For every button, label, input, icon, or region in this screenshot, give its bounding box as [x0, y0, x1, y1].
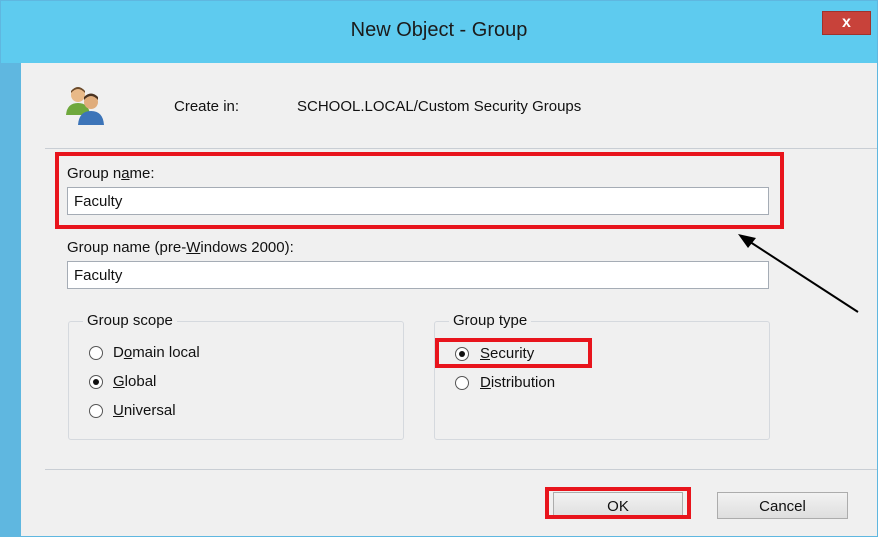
security-radio[interactable]: [455, 347, 469, 361]
group-scope-legend: Group scope: [83, 312, 177, 329]
domain-local-label[interactable]: Domain local: [113, 344, 200, 361]
group-name-pre2000-input[interactable]: Faculty: [67, 261, 769, 289]
title-bar[interactable]: New Object - Group x: [1, 1, 877, 63]
distribution-radio[interactable]: [455, 376, 469, 390]
domain-local-radio[interactable]: [89, 346, 103, 360]
global-label[interactable]: Global: [113, 373, 156, 390]
cancel-button[interactable]: Cancel: [717, 492, 848, 519]
dialog-title: New Object - Group: [350, 19, 528, 41]
universal-label[interactable]: Universal: [113, 402, 176, 419]
security-label[interactable]: Security: [480, 345, 534, 362]
distribution-label[interactable]: Distribution: [480, 374, 555, 391]
divider-bottom: [45, 469, 877, 470]
universal-radio[interactable]: [89, 404, 103, 418]
group-name-label: Group name:: [67, 165, 155, 182]
group-name-pre2000-label: Group name (pre-Windows 2000):: [67, 239, 294, 256]
divider: [45, 148, 877, 149]
close-button[interactable]: x: [822, 11, 871, 35]
create-in-label: Create in:: [174, 98, 240, 115]
ok-button[interactable]: OK: [553, 492, 683, 519]
annotation-arrow: [738, 234, 859, 313]
group-name-input[interactable]: Faculty: [67, 187, 769, 215]
users-group-icon: [66, 87, 104, 125]
group-type-legend: Group type: [449, 312, 532, 329]
global-radio[interactable]: [89, 375, 103, 389]
create-in-path: SCHOOL.LOCAL/Custom Security Groups: [297, 98, 582, 115]
close-icon: x: [842, 14, 851, 31]
